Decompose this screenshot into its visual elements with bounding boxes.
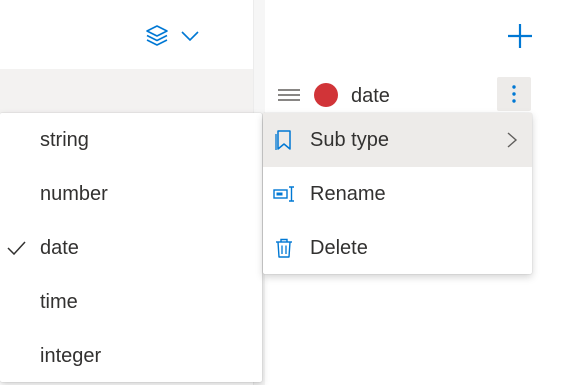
type-option-string[interactable]: string	[0, 113, 262, 167]
chevron-down-icon	[180, 29, 200, 43]
type-submenu: string number date time integer	[0, 113, 262, 382]
type-option-label: integer	[40, 345, 102, 367]
rename-icon	[273, 183, 295, 205]
layers-dropdown-button[interactable]	[144, 22, 212, 50]
selected-field-row[interactable]	[0, 69, 253, 113]
plus-icon	[504, 24, 536, 56]
chevron-right-icon	[506, 131, 518, 149]
menu-item-delete[interactable]: Delete	[263, 221, 532, 275]
layers-icon	[144, 23, 170, 49]
checkmark-icon	[6, 238, 26, 258]
menu-item-label: Delete	[310, 237, 368, 259]
drag-handle-icon[interactable]	[278, 88, 300, 101]
type-option-number[interactable]: number	[0, 167, 262, 221]
type-option-label: number	[40, 183, 108, 205]
field-row[interactable]: date	[265, 70, 540, 118]
field-context-menu: Sub type Rename Delete	[263, 113, 532, 274]
date-type-dot	[314, 83, 338, 107]
more-options-button[interactable]	[497, 77, 531, 111]
trash-icon	[273, 237, 295, 259]
add-field-button[interactable]	[504, 20, 536, 52]
menu-item-label: Sub type	[310, 129, 389, 151]
field-name: date	[351, 85, 390, 107]
bookmark-icon	[273, 129, 295, 151]
type-option-label: string	[40, 129, 89, 151]
type-option-integer[interactable]: integer	[0, 329, 262, 383]
type-option-date[interactable]: date	[0, 221, 262, 275]
menu-item-label: Rename	[310, 183, 386, 205]
menu-item-rename[interactable]: Rename	[263, 167, 532, 221]
type-option-label: date	[40, 237, 79, 259]
type-option-label: time	[40, 291, 78, 313]
menu-item-sub-type[interactable]: Sub type	[263, 113, 532, 167]
type-option-time[interactable]: time	[0, 275, 262, 329]
